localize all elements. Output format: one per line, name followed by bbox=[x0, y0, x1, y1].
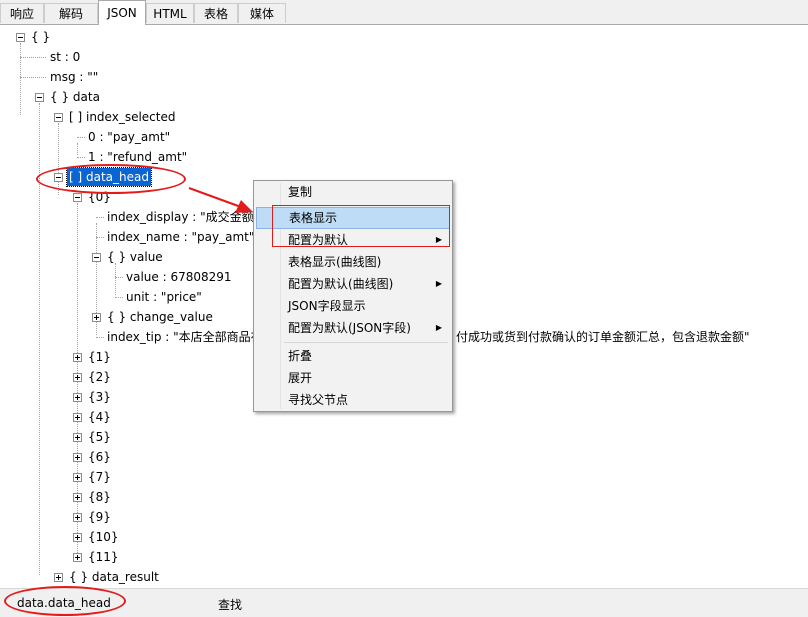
annotation-box bbox=[272, 205, 450, 247]
tree-node-item[interactable]: {4} bbox=[88, 408, 111, 426]
expand-box-icon[interactable] bbox=[73, 453, 82, 462]
tab-table[interactable]: 表格 bbox=[194, 3, 238, 23]
tree-node-item[interactable]: {7} bbox=[88, 468, 111, 486]
tab-json[interactable]: JSON bbox=[98, 0, 146, 25]
menu-item-label: 复制 bbox=[288, 185, 313, 199]
collapse-box-icon[interactable] bbox=[92, 253, 101, 262]
tab-html[interactable]: HTML bbox=[146, 3, 194, 23]
tree-node-root[interactable]: { } bbox=[31, 28, 50, 46]
tree-node-item[interactable]: {11} bbox=[88, 548, 119, 566]
expand-box-icon[interactable] bbox=[73, 533, 82, 542]
expand-box-icon[interactable] bbox=[73, 493, 82, 502]
menu-item-expand[interactable]: 展开 bbox=[256, 367, 450, 389]
tab-media[interactable]: 媒体 bbox=[238, 3, 286, 23]
tree-node-index-tip[interactable]: index_tip : "本店全部商品在 bbox=[107, 328, 263, 346]
menu-item-label: JSON字段显示 bbox=[288, 299, 366, 313]
tree-guide-line bbox=[115, 263, 116, 295]
tree-connector bbox=[20, 57, 46, 58]
tree-connector bbox=[96, 217, 104, 218]
tree-node-data[interactable]: { } data bbox=[50, 88, 100, 106]
tree-node-item[interactable]: {6} bbox=[88, 448, 111, 466]
tree-node-st[interactable]: st : 0 bbox=[50, 48, 80, 66]
expand-box-icon[interactable] bbox=[73, 373, 82, 382]
tab-bar: 响应 解码 JSON HTML 表格 媒体 bbox=[0, 0, 808, 25]
expand-box-icon[interactable] bbox=[73, 353, 82, 362]
menu-item-label: 折叠 bbox=[288, 349, 313, 363]
collapse-box-icon[interactable] bbox=[35, 93, 44, 102]
tree-node-item[interactable]: {9} bbox=[88, 508, 111, 526]
collapse-box-icon[interactable] bbox=[16, 33, 25, 42]
tree-node-item[interactable]: {10} bbox=[88, 528, 119, 546]
menu-item-table-view-chart[interactable]: 表格显示(曲线图) bbox=[256, 251, 450, 273]
menu-item-copy[interactable]: 复制 bbox=[256, 181, 450, 203]
menu-item-json-field-view[interactable]: JSON字段显示 bbox=[256, 295, 450, 317]
menu-item-collapse[interactable]: 折叠 bbox=[256, 345, 450, 367]
tree-node-change-value[interactable]: { } change_value bbox=[107, 308, 213, 326]
tree-node-index-selected[interactable]: [ ] index_selected bbox=[69, 108, 175, 126]
collapse-box-icon[interactable] bbox=[73, 193, 82, 202]
tree-node-value-object[interactable]: { } value bbox=[107, 248, 163, 266]
expand-box-icon[interactable] bbox=[54, 573, 63, 582]
expand-box-icon[interactable] bbox=[73, 433, 82, 442]
tree-node-item[interactable]: {5} bbox=[88, 428, 111, 446]
expand-box-icon[interactable] bbox=[73, 413, 82, 422]
tree-node-item[interactable]: {8} bbox=[88, 488, 111, 506]
menu-item-label: 配置为默认(JSON字段) bbox=[288, 321, 411, 335]
expand-box-icon[interactable] bbox=[92, 313, 101, 322]
tree-node-msg[interactable]: msg : "" bbox=[50, 68, 98, 86]
annotation-ellipse bbox=[36, 164, 186, 194]
menu-item-label: 展开 bbox=[288, 371, 313, 385]
tree-connector bbox=[115, 297, 123, 298]
tree-connector bbox=[77, 137, 85, 138]
tree-node-item[interactable]: {2} bbox=[88, 368, 111, 386]
tree-node-index-name[interactable]: index_name : "pay_amt" bbox=[107, 228, 254, 246]
tree-connector bbox=[96, 237, 104, 238]
tree-connector bbox=[115, 277, 123, 278]
tree-node-index-selected-0[interactable]: 0 : "pay_amt" bbox=[88, 128, 170, 146]
tab-decode[interactable]: 解码 bbox=[44, 3, 98, 23]
expand-box-icon[interactable] bbox=[73, 393, 82, 402]
tree-connector bbox=[77, 157, 85, 158]
menu-item-find-parent[interactable]: 寻找父节点 bbox=[256, 389, 450, 411]
collapse-box-icon[interactable] bbox=[54, 113, 63, 122]
tree-node-index-tip-tail: 付成功或货到付款确认的订单金额汇总，包含退款金额" bbox=[456, 330, 750, 344]
tree-guide-line bbox=[77, 143, 78, 155]
find-button[interactable]: 查找 bbox=[218, 596, 242, 613]
expand-box-icon[interactable] bbox=[73, 473, 82, 482]
tree-node-unit[interactable]: unit : "price" bbox=[126, 288, 202, 306]
submenu-arrow-icon: ▶ bbox=[435, 279, 442, 288]
tree-guide-line bbox=[20, 43, 21, 115]
tree-node-data-result[interactable]: { } data_result bbox=[69, 568, 159, 586]
tree-node-item[interactable]: {3} bbox=[88, 388, 111, 406]
tab-response[interactable]: 响应 bbox=[0, 3, 44, 23]
submenu-arrow-icon: ▶ bbox=[435, 323, 442, 332]
expand-box-icon[interactable] bbox=[73, 513, 82, 522]
menu-item-label: 寻找父节点 bbox=[288, 393, 349, 407]
tree-connector bbox=[96, 337, 104, 338]
menu-separator bbox=[284, 342, 448, 343]
menu-item-label: 表格显示(曲线图) bbox=[288, 255, 382, 269]
tree-connector bbox=[20, 77, 46, 78]
tree-node-value[interactable]: value : 67808291 bbox=[126, 268, 232, 286]
menu-item-set-default-chart[interactable]: 配置为默认(曲线图) ▶ bbox=[256, 273, 450, 295]
expand-box-icon[interactable] bbox=[73, 553, 82, 562]
annotation-ellipse bbox=[4, 586, 126, 616]
menu-item-label: 配置为默认(曲线图) bbox=[288, 277, 394, 291]
menu-item-set-default-json-field[interactable]: 配置为默认(JSON字段) ▶ bbox=[256, 317, 450, 339]
tree-node-item[interactable]: {1} bbox=[88, 348, 111, 366]
